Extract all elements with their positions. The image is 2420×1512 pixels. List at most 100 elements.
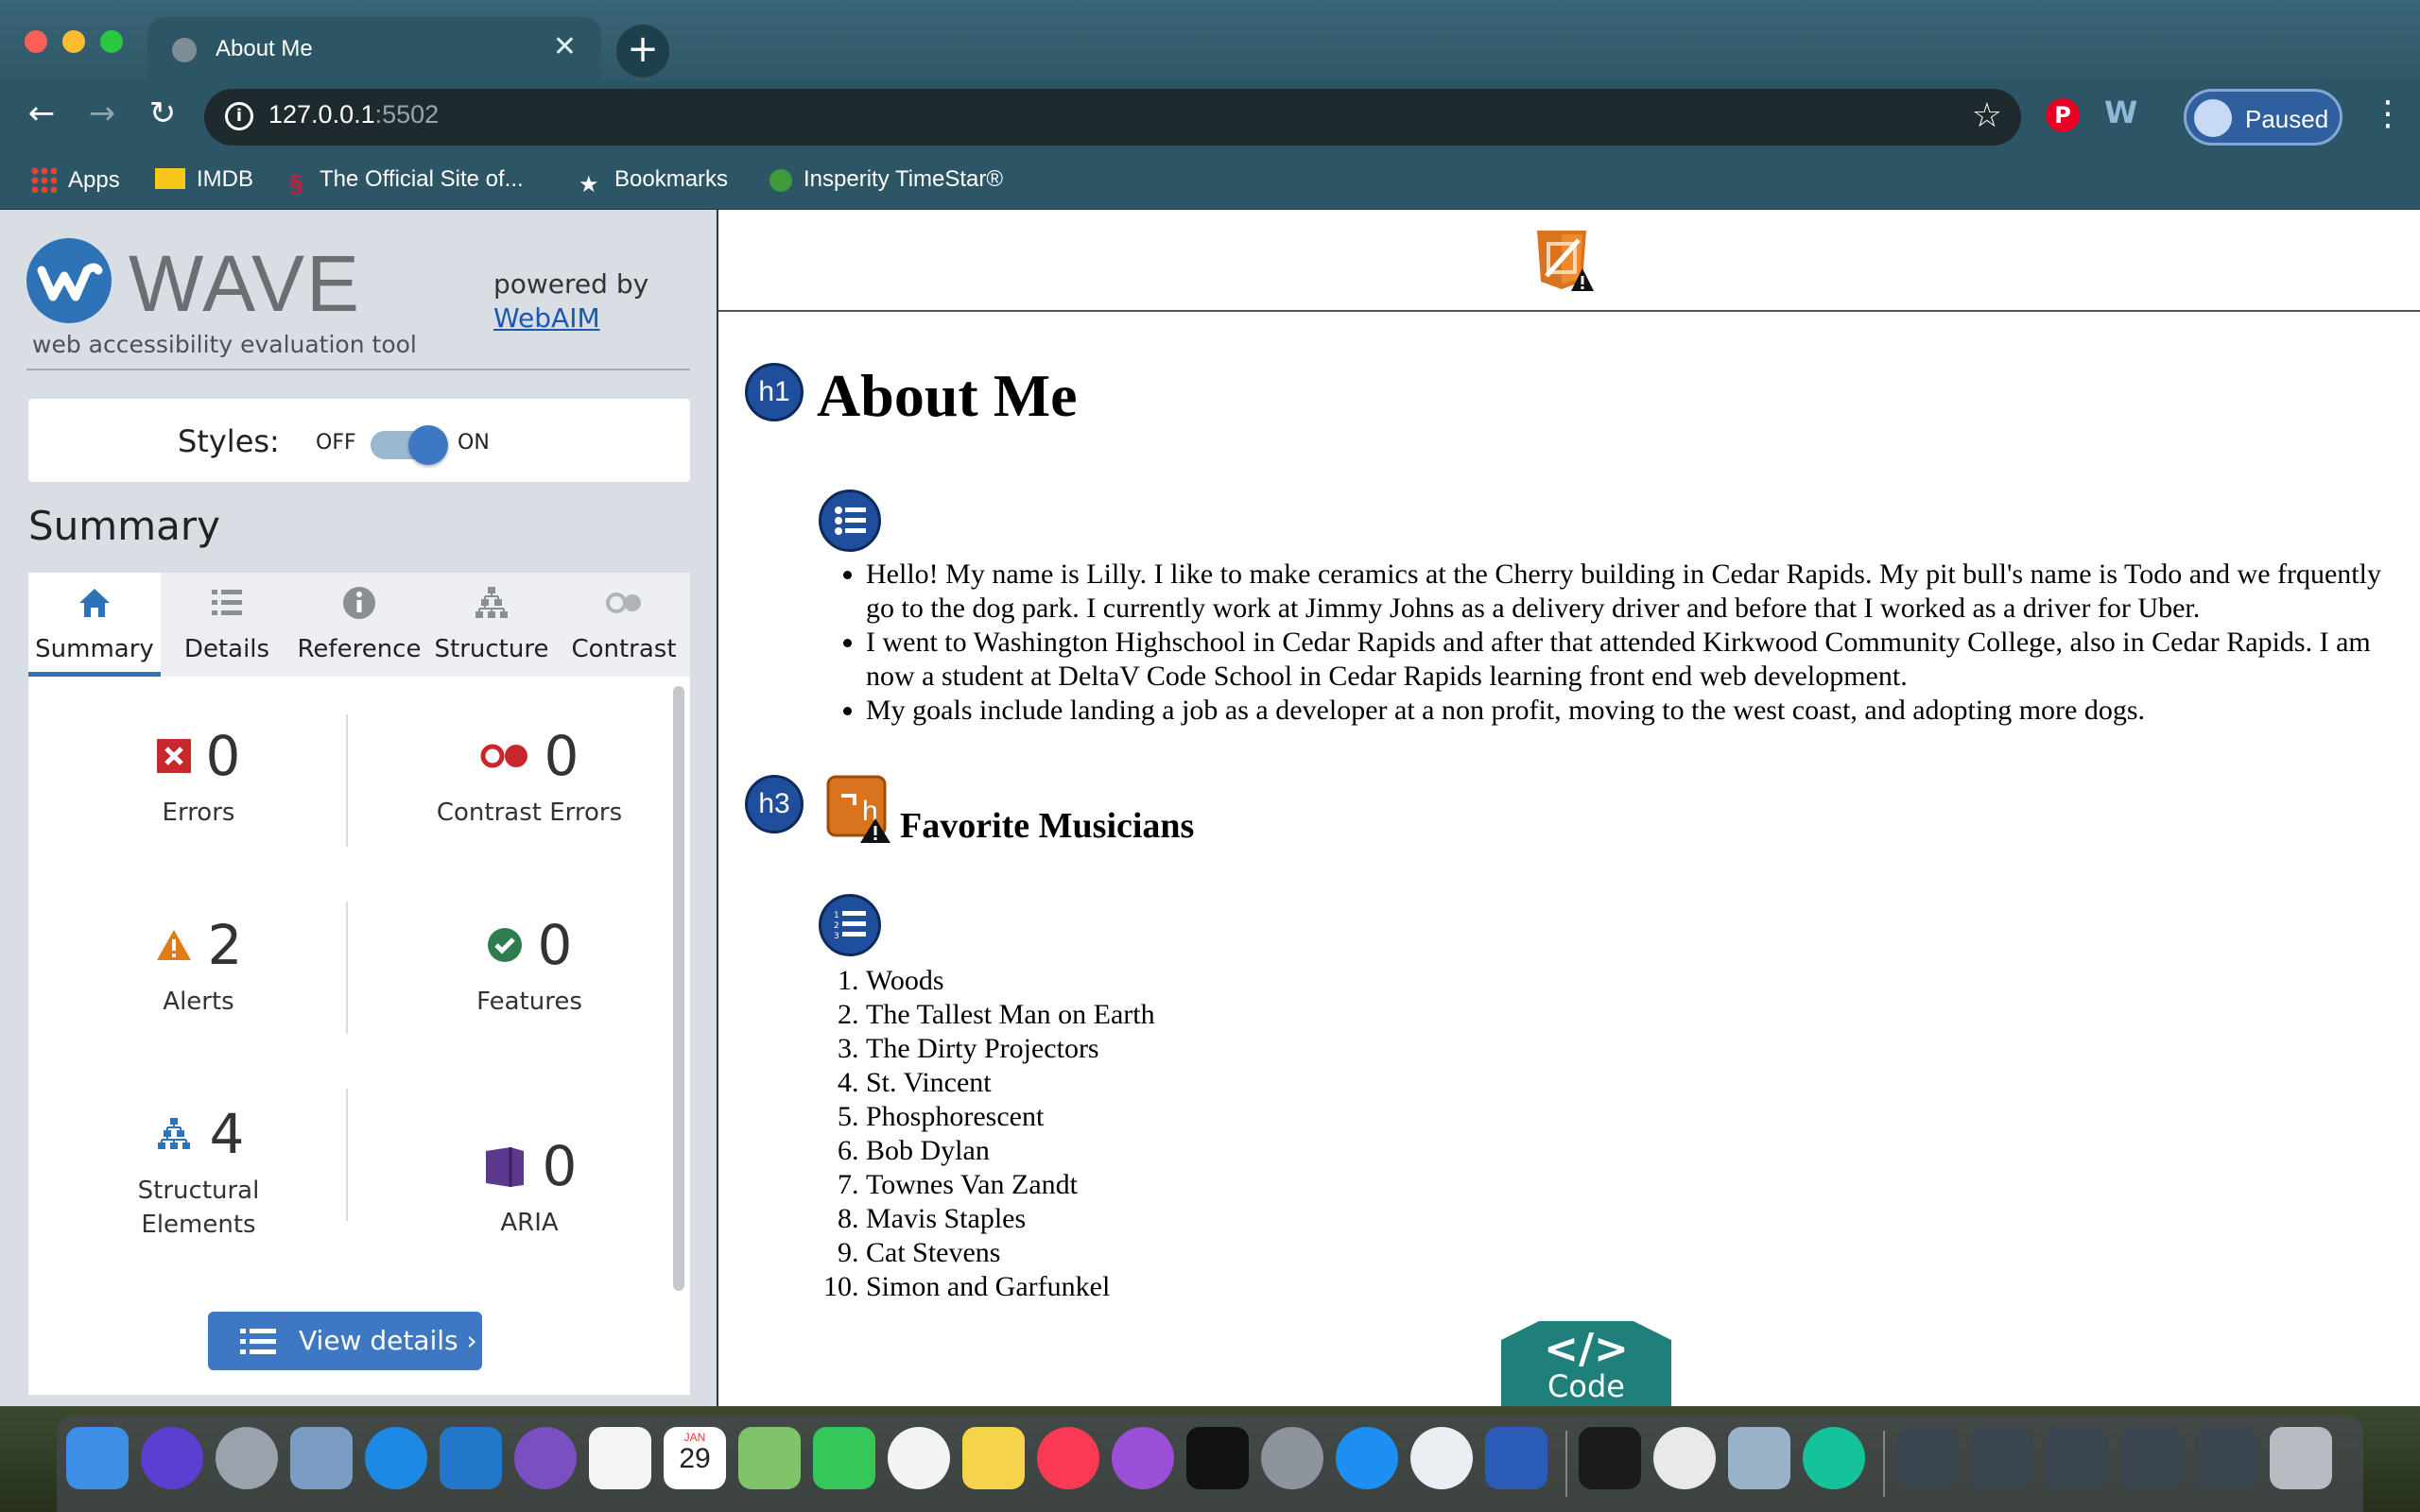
- svg-text:1: 1: [834, 911, 839, 920]
- bookmark-star-icon[interactable]: ☆: [1972, 96, 2002, 135]
- h1-badge-icon[interactable]: h1: [745, 363, 804, 421]
- facetime-icon[interactable]: [813, 1427, 875, 1489]
- structural-label: Structural Elements: [137, 1177, 260, 1239]
- window-thumb-icon[interactable]: [2046, 1427, 2108, 1489]
- svg-text:2: 2: [834, 921, 839, 931]
- h3-badge-icon[interactable]: h3: [745, 775, 804, 833]
- structure-icon: [157, 1118, 190, 1149]
- view-details-button[interactable]: View details ›: [208, 1312, 482, 1370]
- aria-stat[interactable]: 0 ARIA: [378, 1134, 681, 1240]
- bookmark-apps[interactable]: Apps: [30, 166, 120, 194]
- aria-count: 0: [542, 1134, 578, 1198]
- evaluated-page: h1 About Me Hello! My name is Lilly. I l…: [718, 210, 2420, 1406]
- bookmark-insperity[interactable]: Insperity TimeStar®: [769, 166, 1003, 193]
- bookmark-imdb[interactable]: IMDB: [155, 166, 253, 193]
- insperity-icon: [769, 169, 792, 192]
- appletv-icon[interactable]: [1186, 1427, 1249, 1489]
- profile-button[interactable]: Paused: [2184, 89, 2342, 146]
- features-stat[interactable]: 0 Features: [378, 913, 681, 1019]
- image-capture-icon[interactable]: [1728, 1427, 1790, 1489]
- maps-icon[interactable]: [738, 1427, 801, 1489]
- launchpad-icon[interactable]: [216, 1427, 278, 1489]
- toggle-knob[interactable]: [408, 425, 448, 465]
- trash-icon[interactable]: [2270, 1427, 2332, 1489]
- styles-label: Styles:: [178, 423, 280, 459]
- styles-on-label: ON: [458, 431, 490, 455]
- imdb-icon: [155, 168, 185, 189]
- word-icon[interactable]: [1485, 1427, 1547, 1489]
- html5-alert-icon[interactable]: [1533, 227, 1596, 295]
- apps-grid-icon: [30, 166, 57, 193]
- tab-details[interactable]: Details: [161, 573, 293, 677]
- window-thumb-icon[interactable]: [1896, 1427, 1959, 1489]
- chrome-menu-icon[interactable]: ⋮: [2371, 94, 2405, 133]
- home-icon: [79, 589, 110, 617]
- alerts-stat[interactable]: 2 Alerts: [47, 913, 350, 1019]
- tab-reference[interactable]: Reference: [293, 573, 425, 677]
- weather-icon[interactable]: [1410, 1427, 1473, 1489]
- finder-icon[interactable]: [66, 1427, 129, 1489]
- minimize-window-button[interactable]: [62, 30, 85, 53]
- zoom-window-button[interactable]: [100, 30, 123, 53]
- svg-text:3: 3: [834, 932, 839, 941]
- pinterest-extension-icon[interactable]: P: [2046, 98, 2080, 132]
- close-tab-icon[interactable]: ✕: [553, 30, 577, 63]
- vscode-icon[interactable]: [440, 1427, 502, 1489]
- list-item: I went to Washington Highschool in Cedar…: [866, 626, 2397, 694]
- slack-icon[interactable]: [589, 1427, 651, 1489]
- window-thumb-icon[interactable]: [1971, 1427, 2033, 1489]
- safari-icon[interactable]: [365, 1427, 427, 1489]
- site-info-icon[interactable]: i: [225, 102, 253, 130]
- webaim-link[interactable]: WebAIM: [493, 302, 600, 334]
- siri-icon[interactable]: [141, 1427, 203, 1489]
- preview-bird-icon[interactable]: [290, 1427, 353, 1489]
- github-icon[interactable]: [514, 1427, 577, 1489]
- photos-icon[interactable]: [888, 1427, 950, 1489]
- new-tab-button[interactable]: +: [616, 25, 669, 77]
- close-window-button[interactable]: [25, 30, 47, 53]
- avatar: [2194, 99, 2232, 137]
- list-item: The Tallest Man on Earth: [866, 998, 1155, 1032]
- structural-elements-stat[interactable]: 4 Structural Elements: [47, 1102, 350, 1242]
- contrast-errors-stat[interactable]: 0 Contrast Errors: [378, 724, 681, 830]
- notes-icon[interactable]: [962, 1427, 1025, 1489]
- about-list: Hello! My name is Lilly. I like to make …: [809, 558, 2397, 728]
- grammarly-icon[interactable]: [1803, 1427, 1865, 1489]
- reload-button[interactable]: ↻: [140, 94, 185, 132]
- terminal-icon[interactable]: [1579, 1427, 1641, 1489]
- errors-stat[interactable]: 0 Errors: [47, 724, 350, 830]
- styles-toggle-card: Styles: OFF ON: [28, 399, 690, 482]
- skipped-heading-alert-icon[interactable]: h: [826, 775, 896, 845]
- styles-toggle[interactable]: [371, 425, 448, 465]
- forward-button[interactable]: →: [79, 94, 125, 132]
- browser-toolbar: ← → ↻ i 127.0.0.1:5502 ☆ P W Paused ⋮: [0, 81, 2420, 155]
- wave-extension-icon[interactable]: W: [2104, 94, 2137, 130]
- divider: [26, 369, 690, 370]
- errors-count: 0: [205, 724, 241, 788]
- browser-tab[interactable]: About Me ✕: [147, 17, 601, 83]
- tab-structure[interactable]: Structure: [425, 573, 558, 677]
- structural-count: 4: [209, 1102, 245, 1166]
- window-thumb-icon[interactable]: [2195, 1427, 2257, 1489]
- chrome-icon[interactable]: [1653, 1427, 1716, 1489]
- calendar-icon[interactable]: JAN 29: [664, 1427, 726, 1489]
- bookmark-folder[interactable]: ★ Bookmarks: [579, 166, 728, 198]
- browser-tab-bar: About Me ✕ +: [0, 0, 2420, 83]
- app-store-icon[interactable]: [1336, 1427, 1398, 1489]
- system-preferences-icon[interactable]: [1261, 1427, 1323, 1489]
- wave-sidebar: WAVE web accessibility evaluation tool p…: [0, 210, 717, 1406]
- dock-separator: [1565, 1431, 1567, 1497]
- tab-contrast[interactable]: Contrast: [558, 573, 690, 677]
- back-button[interactable]: ←: [19, 94, 64, 132]
- address-bar[interactable]: i 127.0.0.1:5502 ☆: [204, 89, 2021, 146]
- list-item: Townes Van Zandt: [866, 1168, 1155, 1202]
- unordered-list-icon[interactable]: [819, 490, 881, 552]
- window-thumb-icon[interactable]: [2120, 1427, 2183, 1489]
- podcasts-icon[interactable]: [1112, 1427, 1174, 1489]
- code-toggle-button[interactable]: </> Code: [1501, 1321, 1671, 1406]
- ordered-list-icon[interactable]: 1 2 3: [819, 894, 881, 956]
- bookmark-cardinals[interactable]: § The Official Site of...: [289, 166, 524, 198]
- info-icon: [343, 587, 375, 619]
- music-icon[interactable]: [1037, 1427, 1099, 1489]
- tab-summary[interactable]: Summary: [28, 573, 161, 677]
